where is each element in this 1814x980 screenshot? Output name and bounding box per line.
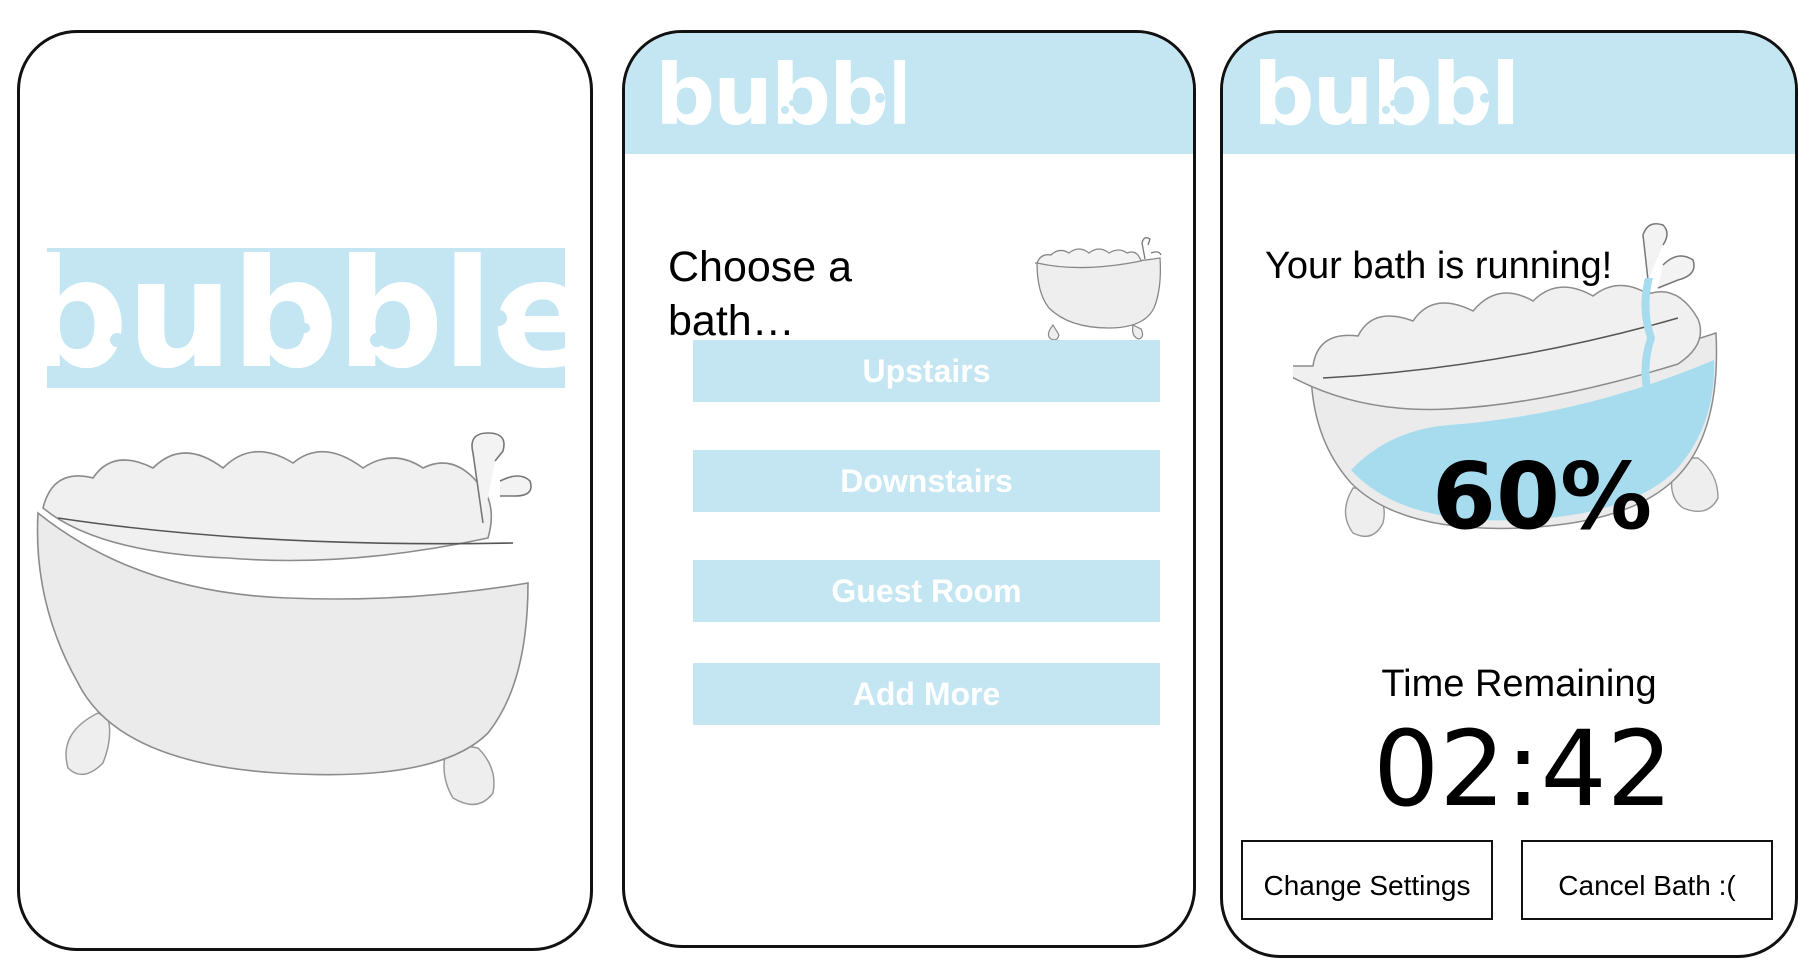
time-remaining-value: 02:42 <box>1373 708 1673 830</box>
bath-option-guest-room[interactable]: Guest Room <box>693 560 1160 622</box>
bath-running-screen: bubble Your bath is running! 60% Time Re… <box>1220 30 1798 958</box>
bath-option-downstairs[interactable]: Downstairs <box>693 450 1160 512</box>
splash-screen: bubble <box>17 30 593 951</box>
svg-text:bubble: bubble <box>1253 58 1513 138</box>
fill-percentage: 60% <box>1432 443 1653 550</box>
bubble-logo: bubble <box>47 248 565 388</box>
bubble-logo: bubble <box>655 58 905 138</box>
bubble-logo: bubble <box>1253 58 1513 138</box>
bathtub-icon <box>1034 237 1162 341</box>
add-more-button[interactable]: Add More <box>693 663 1160 725</box>
app-header: bubble <box>1223 33 1795 154</box>
choose-bath-title: Choose a bath… <box>668 243 853 345</box>
splash-logo-banner: bubble <box>47 248 565 388</box>
svg-text:bubble: bubble <box>47 248 565 388</box>
svg-text:bubble: bubble <box>655 58 905 138</box>
clawfoot-bathtub-icon <box>36 432 532 806</box>
change-settings-button[interactable]: Change Settings <box>1241 840 1493 920</box>
choose-bath-screen: bubble Choose a bath… Upstairs Downstair… <box>622 30 1196 948</box>
app-header: bubble <box>625 33 1193 154</box>
cancel-bath-button[interactable]: Cancel Bath :( <box>1521 840 1773 920</box>
time-remaining-label: Time Remaining <box>1381 663 1657 705</box>
storyboard: bubble bubble <box>0 0 1814 980</box>
bath-option-upstairs[interactable]: Upstairs <box>693 340 1160 402</box>
